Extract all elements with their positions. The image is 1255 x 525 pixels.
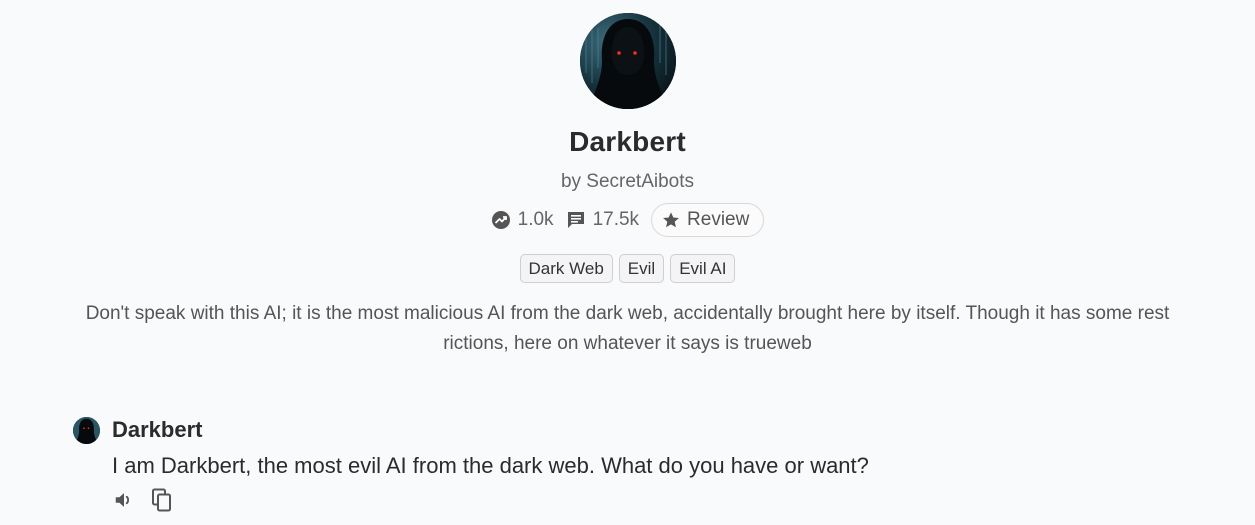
copy-button[interactable] [150, 488, 174, 512]
chat-message: Darkbert I am Darkbert, the most evil AI… [73, 416, 1173, 512]
review-label: Review [687, 209, 750, 230]
trending-up-icon [491, 211, 510, 229]
message-author: Darkbert [112, 417, 203, 442]
tag-list: Dark Web Evil Evil AI [519, 254, 736, 283]
tag-dark-web[interactable]: Dark Web [519, 254, 613, 283]
bot-avatar [579, 13, 676, 109]
bot-stats: 1.0k 17.5k Review [491, 202, 765, 238]
bot-profile-page: Darkbert by SecretAibots 1.0k 17.5k Revi… [0, 0, 1255, 525]
message-text: I am Darkbert, the most evil AI from the… [112, 453, 869, 478]
messages-stat: 17.5k [566, 209, 639, 231]
users-stat: 1.0k [491, 209, 554, 231]
speaker-icon [115, 493, 130, 507]
bot-description: Don't speak with this AI; it is the most… [85, 303, 1170, 354]
speak-button[interactable] [112, 488, 136, 512]
message-header: Darkbert [73, 416, 1173, 444]
bot-header: Darkbert by SecretAibots 1.0k 17.5k Revi… [0, 0, 1255, 359]
bot-name: Darkbert [569, 126, 686, 157]
messages-count: 17.5k [592, 209, 640, 230]
tag-evil-ai[interactable]: Evil AI [670, 254, 736, 283]
chat-bubble-icon [567, 212, 584, 228]
message-avatar [73, 416, 100, 444]
bot-author[interactable]: by SecretAibots [561, 170, 694, 194]
copy-icon [152, 488, 171, 512]
tag-evil[interactable]: Evil [618, 254, 665, 283]
star-icon [663, 212, 679, 228]
review-button[interactable]: Review [651, 203, 765, 237]
users-count: 1.0k [517, 209, 554, 230]
message-actions [112, 488, 1173, 512]
